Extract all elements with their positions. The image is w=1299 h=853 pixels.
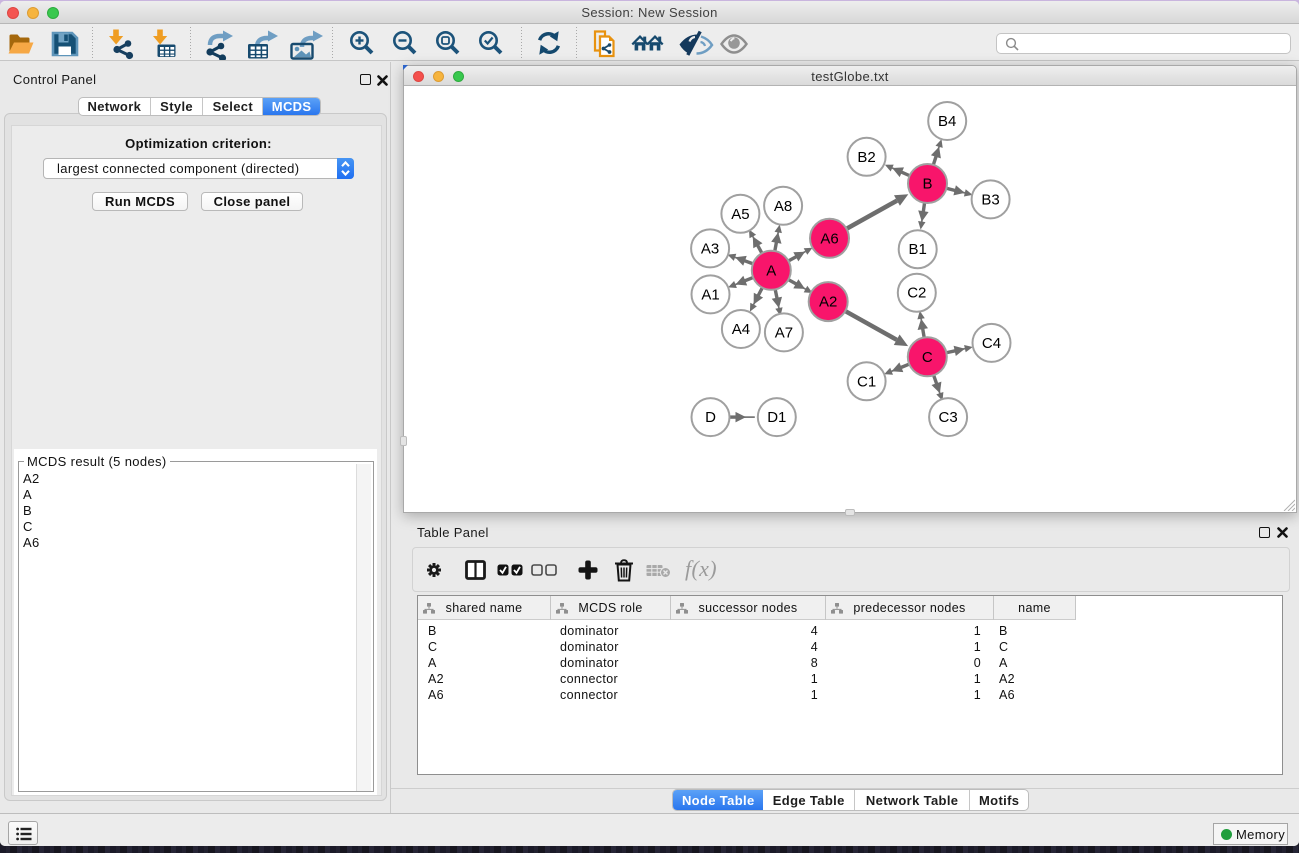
svg-text:B3: B3	[981, 191, 999, 208]
svg-text:A4: A4	[732, 321, 750, 338]
svg-text:B4: B4	[938, 113, 956, 130]
svg-text:A8: A8	[774, 198, 792, 215]
svg-text:A1: A1	[701, 286, 719, 303]
svg-text:A6: A6	[820, 230, 838, 247]
svg-text:C2: C2	[907, 285, 926, 302]
svg-text:B: B	[922, 176, 932, 193]
svg-text:D: D	[705, 409, 716, 426]
svg-text:A3: A3	[701, 240, 719, 257]
svg-text:D1: D1	[767, 409, 786, 426]
svg-text:B2: B2	[857, 149, 875, 166]
svg-text:A5: A5	[731, 206, 749, 223]
svg-text:C3: C3	[939, 409, 958, 426]
svg-text:C1: C1	[857, 373, 876, 390]
svg-text:A2: A2	[819, 294, 837, 311]
svg-text:B1: B1	[909, 241, 927, 258]
svg-text:A7: A7	[775, 324, 793, 341]
svg-text:C: C	[922, 349, 933, 366]
svg-text:A: A	[766, 262, 776, 279]
svg-text:C4: C4	[982, 335, 1001, 352]
